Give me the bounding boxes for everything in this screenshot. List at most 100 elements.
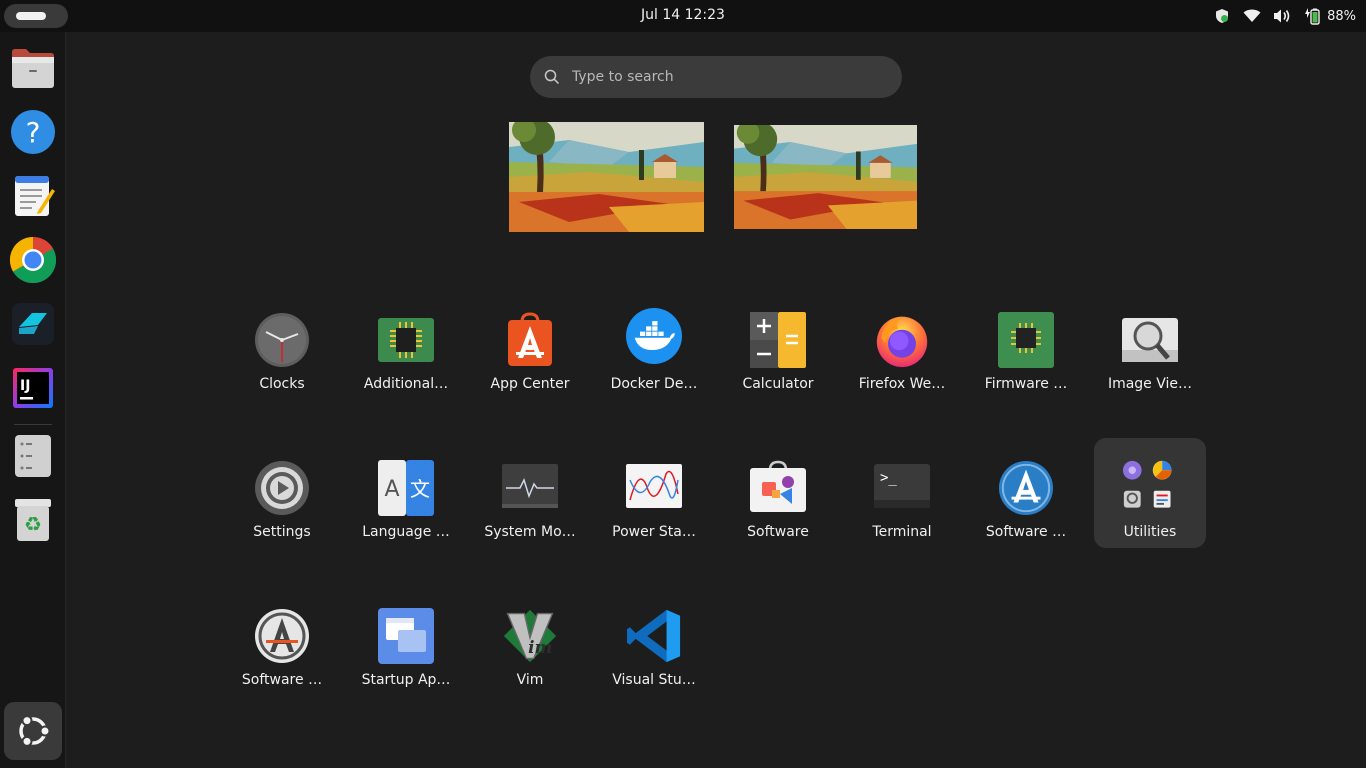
- app-image-viewer[interactable]: Image Vie…: [1094, 290, 1206, 400]
- app-system-monitor[interactable]: System Mo…: [474, 438, 586, 548]
- app-label: Firefox We…: [858, 376, 946, 392]
- search-icon: [544, 69, 560, 85]
- system-tray[interactable]: 88%: [1213, 6, 1356, 26]
- help-icon: ?: [11, 110, 55, 154]
- app-label: Calculator: [742, 376, 814, 392]
- startup-apps-icon: [378, 608, 434, 664]
- language-icon: A文: [378, 460, 434, 516]
- app-calculator[interactable]: Calculator: [722, 290, 834, 400]
- search-bar[interactable]: [530, 56, 902, 98]
- software-updater-icon: [998, 460, 1054, 516]
- dock-item-files[interactable]: [9, 44, 57, 92]
- firmware-icon: [998, 312, 1054, 368]
- app-software-properties[interactable]: Software …: [226, 586, 338, 696]
- app-firmware-updater[interactable]: Firmware …: [970, 290, 1082, 400]
- search-input[interactable]: [572, 69, 872, 85]
- ubuntu-logo-icon: [19, 715, 51, 747]
- svg-text:im: im: [528, 637, 552, 657]
- software-bag-icon: [750, 460, 806, 516]
- app-vim[interactable]: im Vim: [474, 586, 586, 696]
- cyan-shape-icon: [12, 303, 54, 345]
- app-label: Settings: [253, 524, 311, 540]
- chip-icon: [378, 312, 434, 368]
- vscode-icon: [626, 608, 682, 664]
- svg-text:A: A: [384, 477, 399, 502]
- wifi-icon[interactable]: [1243, 7, 1261, 25]
- list-app-icon: [15, 435, 51, 477]
- app-label: Docker De…: [610, 376, 698, 392]
- app-label: Image Vie…: [1107, 376, 1193, 392]
- utilities-folder-icon: [1122, 460, 1178, 516]
- workspace-thumbnail-1[interactable]: [509, 122, 704, 232]
- volume-icon[interactable]: [1273, 7, 1291, 25]
- dock-item-help[interactable]: ?: [9, 108, 57, 156]
- app-app-center[interactable]: App Center: [474, 290, 586, 400]
- terminal-icon: >_: [874, 460, 930, 516]
- app-terminal[interactable]: >_ Terminal: [846, 438, 958, 548]
- app-software[interactable]: Software: [722, 438, 834, 548]
- app-label: Utilities: [1123, 524, 1177, 540]
- show-apps-button[interactable]: [4, 702, 62, 760]
- intellij-icon: IJ: [13, 368, 53, 408]
- workspace-indicator: [16, 12, 46, 20]
- clock-icon: [254, 312, 310, 368]
- app-label: Firmware …: [984, 376, 1068, 392]
- dock-item-trash[interactable]: ♻: [9, 496, 57, 544]
- gear-icon: [254, 460, 310, 516]
- app-utilities-folder[interactable]: Utilities: [1094, 438, 1206, 548]
- app-additional-drivers[interactable]: Additional…: [350, 290, 462, 400]
- dock-item-text-editor[interactable]: [9, 172, 57, 220]
- app-label: Visual Stu…: [612, 672, 696, 688]
- dock-item-app-shape[interactable]: [9, 300, 57, 348]
- app-label: Vim: [516, 672, 544, 688]
- file-cabinet-icon: [12, 49, 54, 88]
- top-bar: Jul 14 12:23 88%: [0, 0, 1366, 32]
- app-language-support[interactable]: A文 Language …: [350, 438, 462, 548]
- system-monitor-icon: [502, 460, 558, 516]
- activities-button[interactable]: [4, 4, 68, 28]
- app-startup-applications[interactable]: Startup Ap…: [350, 586, 462, 696]
- app-label: Power Sta…: [612, 524, 696, 540]
- app-label: Startup Ap…: [361, 672, 451, 688]
- svg-text:>_: >_: [880, 470, 897, 486]
- chrome-icon: [9, 236, 57, 284]
- app-label: App Center: [490, 376, 570, 392]
- app-center-icon: [502, 312, 558, 368]
- app-label: Software …: [241, 672, 323, 688]
- image-viewer-icon: [1122, 312, 1178, 368]
- dock-item-intellij[interactable]: IJ: [9, 364, 57, 412]
- app-docker-desktop[interactable]: Docker De…: [598, 290, 710, 400]
- app-settings[interactable]: Settings: [226, 438, 338, 548]
- app-label: System Mo…: [484, 524, 576, 540]
- power-stats-icon: [626, 460, 682, 516]
- clock[interactable]: Jul 14 12:23: [641, 7, 725, 23]
- battery-percentage[interactable]: 88%: [1327, 9, 1356, 24]
- dock-item-chrome[interactable]: [9, 236, 57, 284]
- svg-text:?: ?: [26, 116, 41, 149]
- shield-icon[interactable]: [1213, 7, 1231, 25]
- app-power-statistics[interactable]: Power Sta…: [598, 438, 710, 548]
- battery-icon[interactable]: [1303, 7, 1321, 25]
- svg-text:♻: ♻: [24, 512, 42, 536]
- app-label: Additional…: [363, 376, 449, 392]
- calculator-icon: [750, 312, 806, 368]
- app-visual-studio-code[interactable]: Visual Stu…: [598, 586, 710, 696]
- software-properties-icon: [254, 608, 310, 664]
- app-label: Terminal: [872, 524, 932, 540]
- wallpaper-landscape: [509, 122, 704, 232]
- app-firefox[interactable]: Firefox We…: [846, 290, 958, 400]
- workspace-thumbnail-2[interactable]: [734, 125, 917, 229]
- svg-text:IJ: IJ: [20, 378, 30, 394]
- clock-container: Jul 14 12:23: [0, 7, 1366, 23]
- app-label: Software: [747, 524, 809, 540]
- dock-item-dash-app[interactable]: [9, 432, 57, 480]
- wallpaper-landscape: [734, 125, 917, 229]
- trash-icon: ♻: [15, 499, 51, 541]
- dock: ? IJ ♻: [0, 32, 66, 768]
- app-label: Software …: [985, 524, 1067, 540]
- vim-icon: im: [502, 608, 558, 664]
- text-editor-icon: [15, 176, 55, 216]
- app-software-updater[interactable]: Software …: [970, 438, 1082, 548]
- app-clocks[interactable]: Clocks: [226, 290, 338, 400]
- dock-separator: [14, 424, 52, 425]
